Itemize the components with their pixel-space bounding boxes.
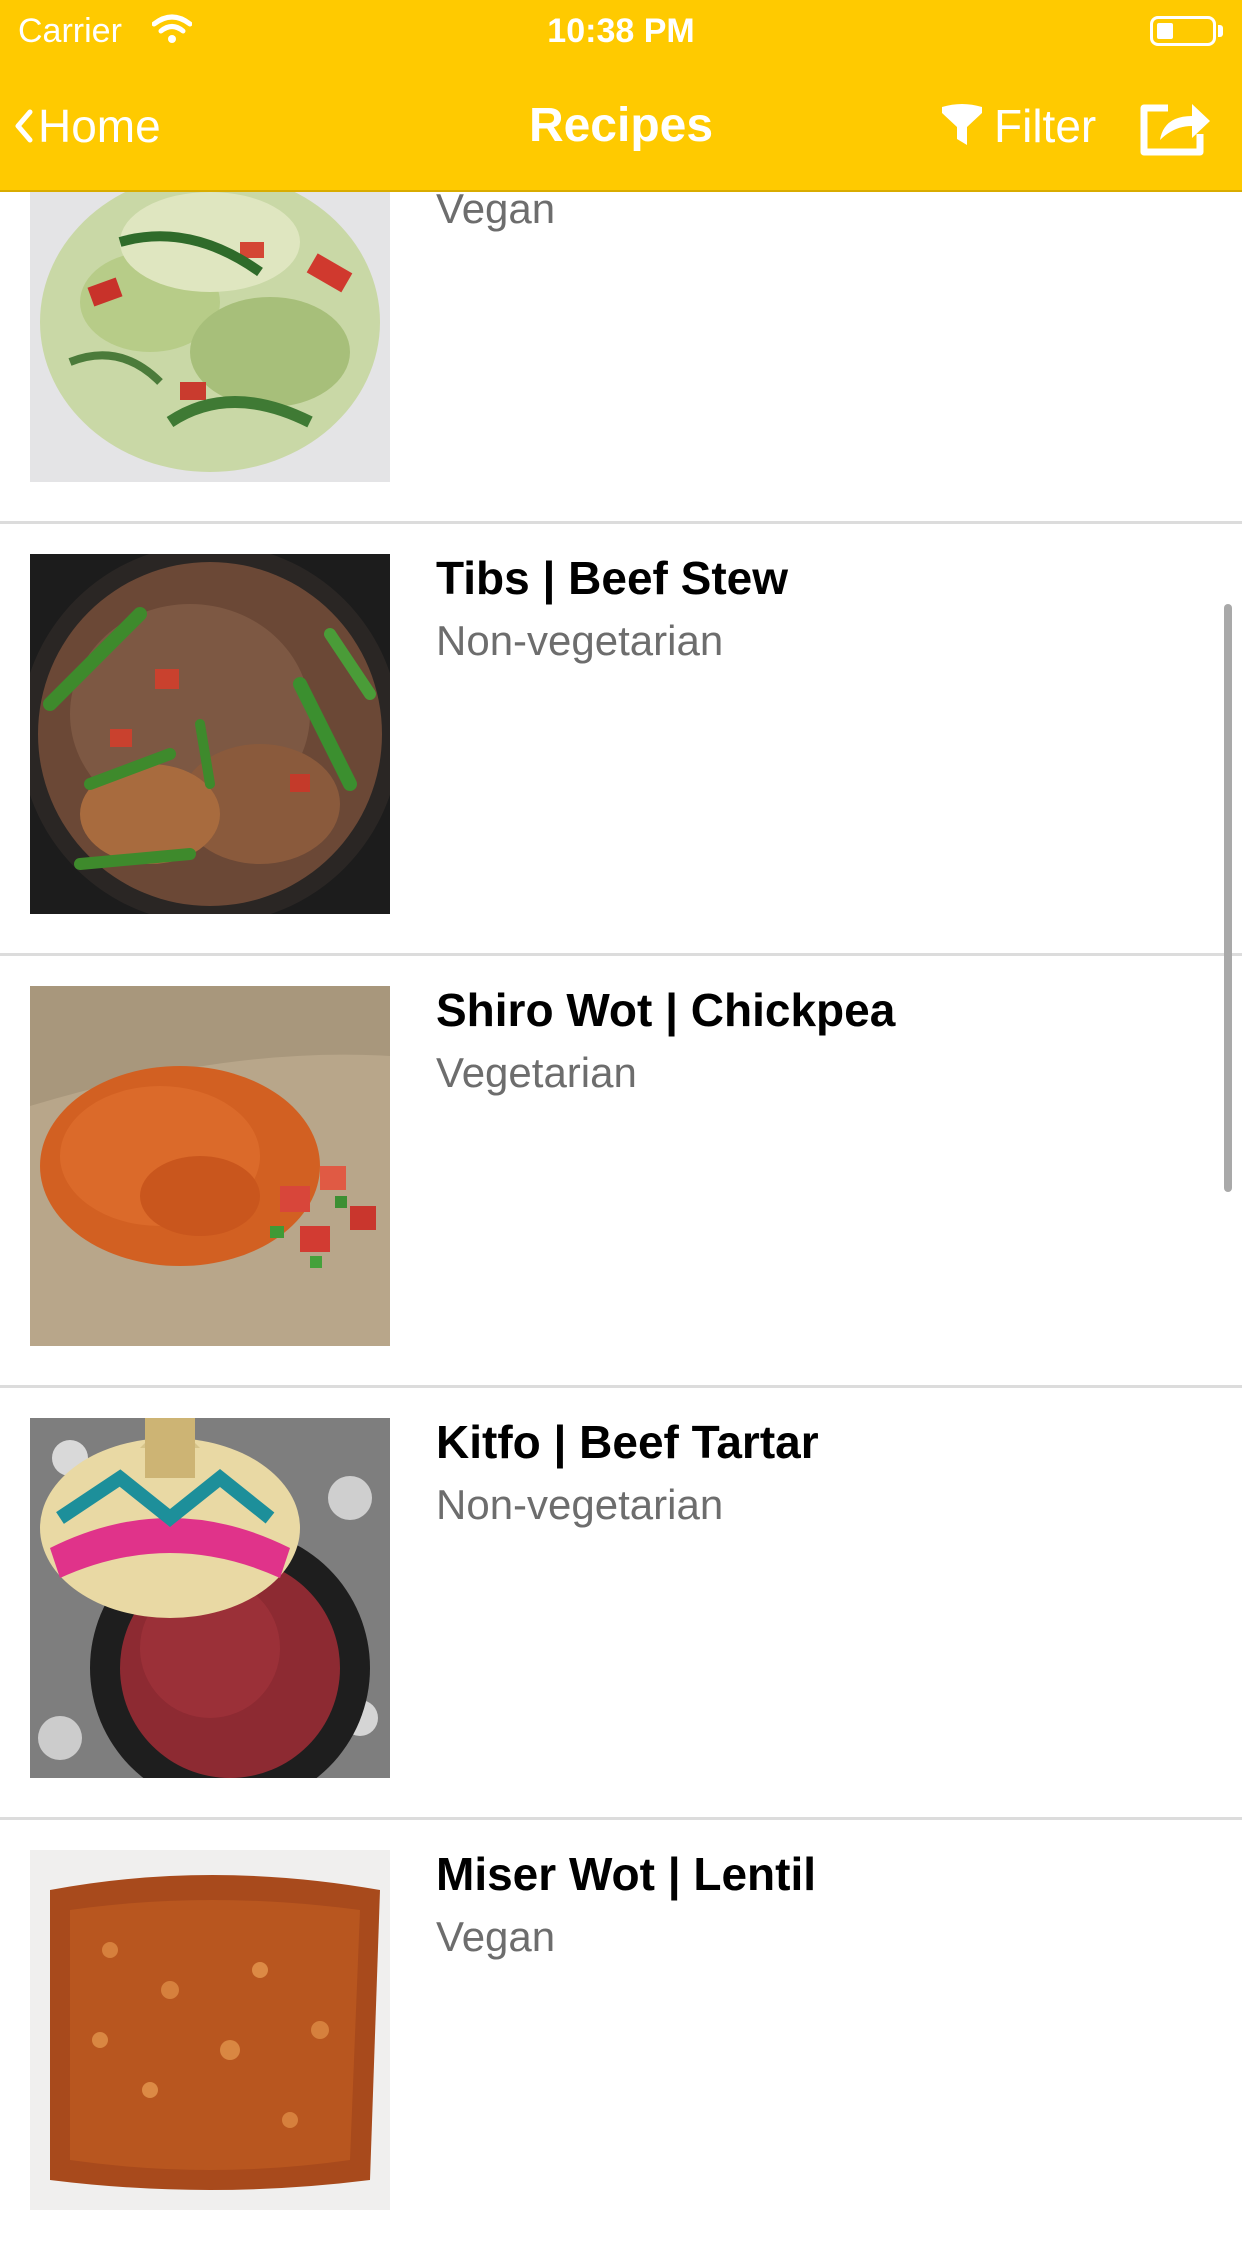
- recipe-title: Tibs | Beef Stew: [436, 552, 789, 604]
- recipe-thumbnail: [30, 1418, 390, 1778]
- recipe-category: Vegetarian: [436, 1049, 637, 1096]
- filter-button[interactable]: Filter: [940, 98, 1096, 154]
- recipe-title: Miser Wot | Lentil: [436, 1848, 817, 1900]
- status-bar: Carrier 10:38 PM: [0, 0, 1242, 62]
- recipe-category: Non-vegetarian: [436, 1481, 724, 1528]
- status-time: 10:38 PM: [547, 12, 695, 50]
- filter-button-label: Filter: [994, 100, 1097, 152]
- recipe-title: Shiro Wot | Chickpea: [436, 984, 896, 1036]
- navigation-header: Carrier 10:38 PM Home Recipes Filter: [0, 0, 1242, 192]
- recipe-list[interactable]: Vegan Tibs | Beef Stew Non-vegetarian Sh…: [0, 0, 1242, 2210]
- recipe-category: Vegan: [436, 1913, 556, 1960]
- filter-icon: [942, 104, 982, 145]
- recipe-title: Kitfo | Beef Tartar: [436, 1416, 819, 1468]
- scroll-indicator[interactable]: [1224, 604, 1232, 1192]
- share-button[interactable]: [1138, 94, 1214, 163]
- share-icon: [1140, 104, 1210, 156]
- battery-icon: [1150, 16, 1216, 46]
- recipe-thumbnail: [30, 554, 390, 914]
- recipe-row-tibs[interactable]: Tibs | Beef Stew Non-vegetarian: [0, 524, 1242, 956]
- recipe-thumbnail: [30, 1850, 390, 2210]
- recipe-thumbnail: [30, 986, 390, 1346]
- nav-bar: Home Recipes Filter: [0, 62, 1242, 190]
- battery-tip: [1218, 25, 1223, 37]
- recipe-category: Non-vegetarian: [436, 617, 724, 664]
- recipe-row-kitfo[interactable]: Kitfo | Beef Tartar Non-vegetarian: [0, 1388, 1242, 1820]
- recipe-row-shiro-wot[interactable]: Shiro Wot | Chickpea Vegetarian: [0, 956, 1242, 1388]
- recipe-row-miser-wot[interactable]: Miser Wot | Lentil Vegan: [0, 1820, 1242, 2252]
